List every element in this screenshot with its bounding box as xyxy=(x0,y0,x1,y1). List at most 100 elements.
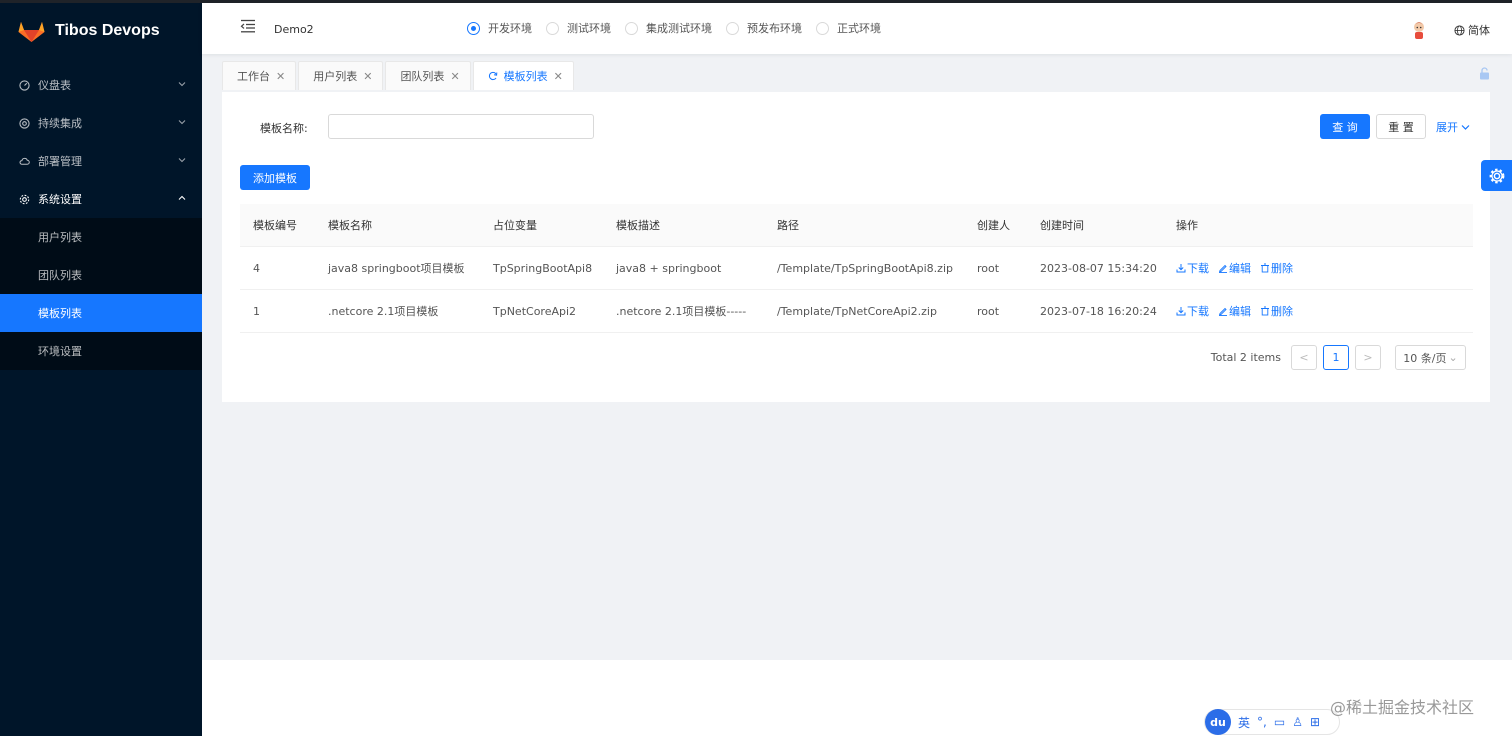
template-table: 模板编号 模板名称 占位变量 模板描述 路径 创建人 创建时间 操作 4 jav… xyxy=(240,204,1473,333)
logo[interactable]: Tibos Devops xyxy=(0,3,202,58)
ime-logo[interactable]: du xyxy=(1205,709,1231,735)
cell-var: TpNetCoreApi2 xyxy=(493,304,577,318)
sub-item-templates[interactable]: 模板列表 xyxy=(0,294,202,332)
refresh-icon[interactable] xyxy=(488,71,498,81)
ime-toolbar[interactable]: du 英 °, ▭ ♙ ⊞ xyxy=(1204,709,1340,735)
chevron-down-icon xyxy=(1461,124,1470,130)
add-template-button[interactable]: 添加模板 xyxy=(240,165,310,190)
tab-teams[interactable]: 团队列表 ✕ xyxy=(385,61,471,90)
menu-deploy[interactable]: 部署管理 xyxy=(0,142,202,180)
tab-workbench[interactable]: 工作台 ✕ xyxy=(222,61,297,90)
cell-creator: root xyxy=(977,304,1000,318)
tab-users[interactable]: 用户列表 ✕ xyxy=(298,61,384,90)
cell-actions: 下载 编辑 删除 xyxy=(1163,303,1473,319)
menu-ci[interactable]: 持续集成 xyxy=(0,104,202,142)
column-header: 路径 xyxy=(777,219,799,232)
tab-templates[interactable]: 模板列表 ✕ xyxy=(472,61,574,90)
edit-icon xyxy=(1218,264,1227,273)
punctuation-icon[interactable]: °, xyxy=(1257,715,1267,729)
cell-path: /Template/TpNetCoreApi2.zip xyxy=(777,304,937,318)
settings-drawer-button[interactable] xyxy=(1481,160,1512,191)
chevron-down-icon xyxy=(178,158,186,163)
expand-toggle[interactable]: 展开 xyxy=(1436,119,1470,135)
page-size-select[interactable]: 10 条/页 ⌄ xyxy=(1395,345,1466,370)
query-button[interactable]: 查 询 xyxy=(1320,114,1370,139)
delete-link[interactable]: 删除 xyxy=(1260,260,1293,276)
column-header: 模板名称 xyxy=(328,219,372,232)
radio[interactable] xyxy=(546,21,559,35)
edit-link[interactable]: 编辑 xyxy=(1218,303,1251,319)
cell-actions: 下载 编辑 删除 xyxy=(1163,260,1473,276)
delete-icon xyxy=(1261,263,1269,273)
cell-path: /Template/TpSpringBootApi8.zip xyxy=(777,261,953,275)
close-icon[interactable]: ✕ xyxy=(554,70,563,83)
language-label: 简体 xyxy=(1468,24,1490,37)
env-option-integration[interactable]: 集成测试环境 xyxy=(625,20,712,36)
sub-item-environments[interactable]: 环境设置 xyxy=(0,332,202,370)
sub-item-teams[interactable]: 团队列表 xyxy=(0,256,202,294)
env-option-staging[interactable]: 预发布环境 xyxy=(726,20,802,36)
env-label: 正式环境 xyxy=(837,22,881,35)
download-icon xyxy=(1176,264,1186,273)
page-size-label: 10 条/页 xyxy=(1403,351,1447,365)
tab-label: 用户列表 xyxy=(313,70,358,83)
chevron-down-icon xyxy=(178,82,186,87)
dashboard-icon xyxy=(19,79,30,91)
env-option-test[interactable]: 测试环境 xyxy=(546,20,611,36)
menu-dashboard[interactable]: 仪盘表 xyxy=(0,66,202,104)
avatar[interactable] xyxy=(1410,19,1428,39)
env-label: 预发布环境 xyxy=(747,22,802,35)
table-row: 4 java8 springboot项目模板 TpSpringBootApi8 … xyxy=(240,247,1473,290)
cell-time: 2023-07-18 16:20:24 xyxy=(1040,304,1157,318)
project-name[interactable]: Demo2 xyxy=(274,23,314,36)
sidebar: Tibos Devops 仪盘表 持续集成 部署管理 系统设置 用户列表 团队列… xyxy=(0,3,202,736)
delete-icon xyxy=(1261,306,1269,316)
page-number-button[interactable]: 1 xyxy=(1323,345,1349,370)
delete-link[interactable]: 删除 xyxy=(1260,303,1293,319)
gear-icon xyxy=(1489,168,1504,183)
delete-label: 删除 xyxy=(1271,305,1293,318)
menu-settings-label: 系统设置 xyxy=(38,193,82,206)
cell-desc: java8 + springboot xyxy=(616,261,722,275)
skin-icon[interactable]: ▭ xyxy=(1274,715,1285,729)
user-icon[interactable]: ♙ xyxy=(1292,715,1303,729)
sub-item-users[interactable]: 用户列表 xyxy=(0,218,202,256)
env-option-prod[interactable]: 正式环境 xyxy=(816,20,881,36)
download-icon xyxy=(1176,307,1186,316)
radio[interactable] xyxy=(726,21,739,35)
next-page-button[interactable]: > xyxy=(1355,345,1381,370)
env-radio-group: 开发环境 测试环境 集成测试环境 预发布环境 正式环境 xyxy=(467,20,881,36)
language-switch[interactable]: 简体 xyxy=(1454,22,1490,38)
edit-label: 编辑 xyxy=(1229,305,1251,318)
close-icon[interactable]: ✕ xyxy=(450,70,459,83)
cell-creator: root xyxy=(977,261,1000,275)
radio[interactable] xyxy=(816,21,829,35)
tab-label: 工作台 xyxy=(237,70,270,83)
menu-fold-icon[interactable] xyxy=(240,19,256,33)
cell-desc: .netcore 2.1项目模板----- xyxy=(616,305,747,318)
env-option-dev[interactable]: 开发环境 xyxy=(467,20,532,36)
grid-icon[interactable]: ⊞ xyxy=(1310,715,1320,729)
radio[interactable] xyxy=(625,21,638,35)
cell-time: 2023-08-07 15:34:20 xyxy=(1040,261,1157,275)
close-icon[interactable]: ✕ xyxy=(363,70,372,83)
download-link[interactable]: 下载 xyxy=(1176,260,1209,276)
edit-label: 编辑 xyxy=(1229,262,1251,275)
radio-checked[interactable] xyxy=(467,21,480,35)
menu-settings[interactable]: 系统设置 xyxy=(0,180,202,218)
menu-deploy-label: 部署管理 xyxy=(38,155,82,168)
template-list-card: 模板名称: 查 询 重 置 展开 添加模板 模板编号 模板名称 占位变量 模板描… xyxy=(222,92,1490,402)
reset-button[interactable]: 重 置 xyxy=(1376,114,1426,139)
gitlab-logo-icon xyxy=(18,21,45,42)
prev-page-button[interactable]: < xyxy=(1291,345,1317,370)
close-icon[interactable]: ✕ xyxy=(276,70,285,83)
edit-link[interactable]: 编辑 xyxy=(1218,260,1251,276)
ime-language[interactable]: 英 xyxy=(1238,714,1250,731)
download-link[interactable]: 下载 xyxy=(1176,303,1209,319)
chevron-up-icon xyxy=(178,195,186,200)
cloud-icon xyxy=(19,156,30,167)
template-name-input[interactable] xyxy=(328,114,594,139)
lock-icon[interactable] xyxy=(1479,67,1490,80)
tab-label: 模板列表 xyxy=(503,70,548,83)
watermark: @稀土掘金技术社区 xyxy=(1330,698,1475,717)
